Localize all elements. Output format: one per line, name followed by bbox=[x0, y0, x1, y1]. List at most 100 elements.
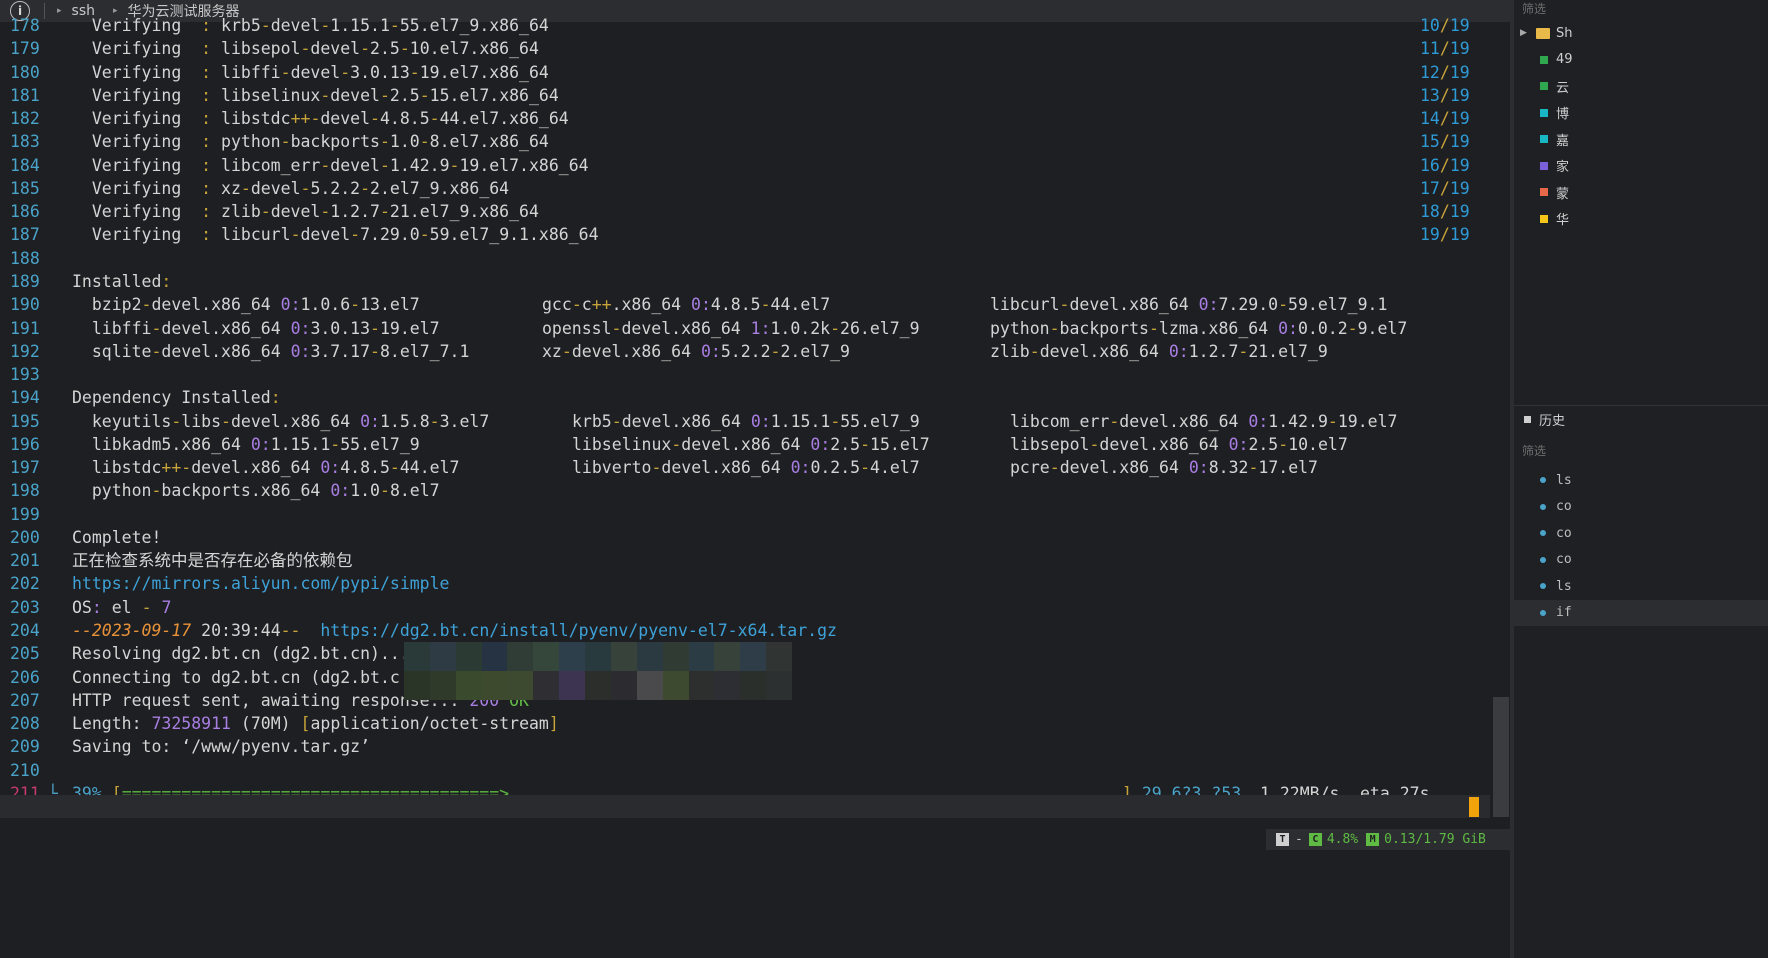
bullet-icon bbox=[1540, 556, 1546, 563]
line-text: Verifying : python-backports-1.0-8.el7.x… bbox=[72, 132, 549, 152]
terminal-icon: T bbox=[1276, 833, 1289, 846]
line-number: 193 bbox=[10, 365, 40, 385]
line-text: Verifying : krb5-devel-1.15.1-55.el7_9.x… bbox=[72, 16, 549, 35]
server-label: 家 bbox=[1556, 160, 1570, 175]
history-icon bbox=[1524, 416, 1531, 423]
scrollbar-thumb[interactable] bbox=[1493, 697, 1509, 817]
line-number: 202 bbox=[10, 574, 40, 594]
server-label: 博 bbox=[1556, 107, 1570, 122]
terminal-line: 183 Verifying : python-backports-1.0-8.e… bbox=[0, 130, 1510, 153]
pkg-col: openssl-devel.x86_64 1:1.0.2k-26.el7_9 bbox=[542, 318, 920, 338]
terminal-line: 181 Verifying : libselinux-devel-2.5-15.… bbox=[0, 84, 1510, 107]
progress-count: 14/19 bbox=[1420, 109, 1470, 129]
server-item[interactable]: 华 bbox=[1514, 206, 1768, 232]
line-number: 210 bbox=[10, 760, 40, 780]
progress-count: 10/19 bbox=[1420, 16, 1470, 35]
server-item[interactable]: 49 bbox=[1514, 47, 1768, 73]
bullet-icon bbox=[1540, 583, 1546, 589]
history-command: ls bbox=[1556, 472, 1572, 488]
terminal-line: 185 Verifying : xz-devel-5.2.2-2.el7_9.x… bbox=[0, 177, 1510, 200]
cpu-icon: C bbox=[1308, 833, 1322, 846]
line-text: libffi-devel.x86_64 0:3.0.13-19.el7 bbox=[72, 318, 440, 338]
terminal-cursor bbox=[1469, 797, 1479, 817]
line-text: Verifying : libselinux-devel-2.5-15.el7.… bbox=[72, 85, 559, 105]
status-square-icon bbox=[1540, 108, 1548, 117]
line-number: 180 bbox=[10, 62, 40, 82]
history-command: if bbox=[1556, 605, 1572, 620]
history-item[interactable]: ls bbox=[1514, 573, 1768, 599]
server-item[interactable]: 博 bbox=[1514, 100, 1768, 126]
line-text: 正在检查系统中是否存在必备的依赖包 bbox=[72, 551, 353, 571]
history-filter-input[interactable]: 筛选 bbox=[1522, 442, 1546, 459]
history-command: ls bbox=[1556, 578, 1572, 594]
progress-count: 11/19 bbox=[1420, 39, 1470, 59]
line-text: Verifying : libcurl-devel-7.29.0-59.el7_… bbox=[72, 225, 599, 245]
pkg-col: libcom_err-devel.x86_64 0:1.42.9-19.el7 bbox=[1010, 411, 1398, 431]
server-item[interactable]: ▶ Sh bbox=[1514, 20, 1768, 46]
terminal-line: 210 bbox=[0, 759, 1510, 782]
line-text: Dependency Installed: bbox=[72, 388, 281, 408]
line-text: Verifying : libstdc++-devel-4.8.5-44.el7… bbox=[72, 109, 569, 129]
progress-count: 16/19 bbox=[1420, 155, 1470, 175]
line-text: Verifying : libffi-devel-3.0.13-19.el7.x… bbox=[72, 62, 549, 82]
line-text: Complete! bbox=[72, 527, 162, 547]
server-filter-input[interactable]: 筛选 bbox=[1522, 0, 1546, 17]
terminal-line: 200 Complete! bbox=[0, 526, 1510, 549]
pkg-col: python-backports-lzma.x86_64 0:0.0.2-9.e… bbox=[990, 318, 1408, 338]
line-text: Verifying : zlib-devel-1.2.7-21.el7_9.x8… bbox=[72, 202, 539, 222]
pkg-col: krb5-devel.x86_64 0:1.15.1-55.el7_9 bbox=[572, 411, 920, 431]
history-item[interactable]: co bbox=[1514, 520, 1768, 546]
server-item[interactable]: 蒙 bbox=[1514, 179, 1768, 205]
terminal-line: 190 bzip2-devel.x86_64 0:1.0.6-13.el7 gcc… bbox=[0, 293, 1510, 316]
terminal-line: 188 bbox=[0, 247, 1510, 270]
terminal-line: 180 Verifying : libffi-devel-3.0.13-19.e… bbox=[0, 61, 1510, 84]
status-square-icon bbox=[1540, 188, 1548, 196]
history-item[interactable]: ls bbox=[1514, 467, 1768, 493]
pkg-col: zlib-devel.x86_64 0:1.2.7-21.el7_9 bbox=[990, 341, 1328, 361]
history-item[interactable]: co bbox=[1514, 494, 1768, 520]
pkg-col: xz-devel.x86_64 0:5.2.2-2.el7_9 bbox=[542, 341, 850, 361]
status-square-icon bbox=[1540, 82, 1548, 90]
line-text: keyutils-libs-devel.x86_64 0:1.5.8-3.el7 bbox=[72, 411, 490, 431]
terminal-line: 191 libffi-devel.x86_64 0:3.0.13-19.el7 o… bbox=[0, 317, 1510, 340]
history-header[interactable]: 历史 bbox=[1514, 405, 1768, 433]
history-item[interactable]: co bbox=[1514, 547, 1768, 573]
line-text: sqlite-devel.x86_64 0:3.7.17-8.el7_7.1 bbox=[72, 341, 470, 361]
server-item[interactable]: 家 bbox=[1514, 153, 1768, 179]
line-number: 199 bbox=[10, 504, 40, 524]
line-number: 195 bbox=[10, 411, 40, 431]
pkg-col: libverto-devel.x86_64 0:0.2.5-4.el7 bbox=[572, 458, 920, 478]
status-square-icon bbox=[1540, 161, 1548, 170]
line-number: 194 bbox=[10, 388, 40, 408]
bullet-icon bbox=[1540, 609, 1546, 616]
line-text: Resolving dg2.bt.cn (dg2.bt.cn)... bbox=[72, 644, 410, 664]
caret-right-icon[interactable]: ▶ bbox=[1520, 28, 1527, 38]
server-label: Sh bbox=[1556, 25, 1573, 41]
line-number: 207 bbox=[10, 690, 40, 710]
line-text: https://mirrors.aliyun.com/pypi/simple bbox=[72, 574, 450, 594]
server-item[interactable]: 嘉 bbox=[1514, 126, 1768, 152]
terminal-line: 178 Verifying : krb5-devel-1.15.1-55.el7… bbox=[0, 14, 1510, 37]
terminal-line: 203 OS: el - 7 bbox=[0, 596, 1510, 619]
redacted-region bbox=[404, 642, 792, 700]
server-item[interactable]: 云 bbox=[1514, 73, 1768, 99]
terminal[interactable]: 178 Verifying : krb5-devel-1.15.1-55.el7… bbox=[0, 16, 1510, 829]
progress-count: 19/19 bbox=[1420, 225, 1470, 245]
history-item[interactable]: if bbox=[1514, 599, 1768, 626]
line-text: Saving to: ‘/www/pyenv.tar.gz’ bbox=[72, 737, 371, 757]
terminal-line: 182 Verifying : libstdc++-devel-4.8.5-44… bbox=[0, 107, 1510, 130]
history-command: co bbox=[1556, 552, 1572, 567]
pkg-col: libcurl-devel.x86_64 0:7.29.0-59.el7_9.1 bbox=[990, 295, 1388, 315]
terminal-line: 179 Verifying : libsepol-devel-2.5-10.el… bbox=[0, 37, 1510, 60]
terminal-line: 189 Installed: bbox=[0, 270, 1510, 293]
line-number: 198 bbox=[10, 481, 40, 501]
line-number: 205 bbox=[10, 644, 40, 664]
line-number: 196 bbox=[10, 434, 40, 454]
bottom-area bbox=[0, 850, 1768, 958]
terminal-line: 184 Verifying : libcom_err-devel-1.42.9-… bbox=[0, 154, 1510, 177]
history-command: co bbox=[1556, 525, 1572, 541]
pkg-col: pcre-devel.x86_64 0:8.32-17.el7 bbox=[1010, 458, 1318, 478]
line-number: 181 bbox=[10, 85, 40, 105]
line-number: 190 bbox=[10, 295, 40, 315]
line-text: libstdc++-devel.x86_64 0:4.8.5-44.el7 bbox=[72, 458, 460, 478]
